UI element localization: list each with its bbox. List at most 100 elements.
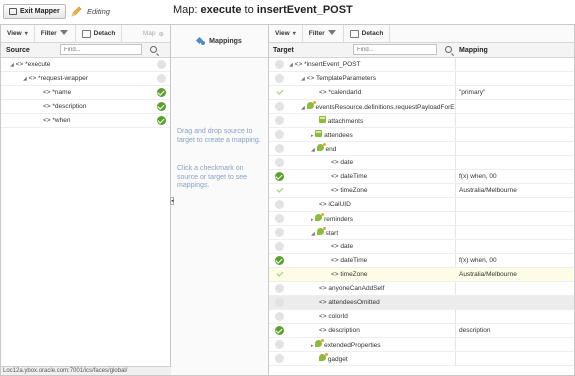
status-circle[interactable] — [275, 312, 284, 321]
target-view-menu[interactable]: View ▾ — [269, 24, 303, 43]
status-circle[interactable] — [275, 354, 284, 363]
target-row[interactable]: ◢ end — [269, 142, 574, 156]
array-icon — [315, 130, 323, 137]
map-button[interactable]: Map ⊕ — [137, 25, 170, 43]
page-title: Map: execute to insertEvent_POST — [173, 4, 353, 16]
status-circle[interactable] — [275, 130, 284, 139]
status-circle[interactable] — [275, 284, 284, 293]
element-icon: <> — [306, 75, 315, 82]
status-circle[interactable] — [275, 242, 284, 251]
element-icon: <> — [28, 75, 37, 82]
status-circle[interactable] — [275, 298, 284, 307]
source-row[interactable]: <> *name — [1, 86, 170, 100]
target-row[interactable]: attachments — [269, 114, 574, 128]
target-row[interactable]: <> colorId — [269, 310, 574, 324]
target-row[interactable]: ◢ <> *insertEvent_POST — [269, 58, 574, 72]
expand-icon[interactable]: ▸ — [311, 133, 314, 139]
target-find-input[interactable] — [353, 44, 437, 55]
status-circle[interactable] — [157, 60, 166, 69]
collapse-handle[interactable]: ◂ — [170, 197, 174, 205]
source-detach-button[interactable]: Detach — [76, 24, 123, 43]
collapse-icon[interactable]: ◢ — [10, 62, 14, 68]
target-row[interactable]: <> timeZone Australia/Melbourne — [269, 184, 574, 198]
mapped-check-icon[interactable] — [275, 326, 284, 335]
status-circle[interactable] — [275, 74, 284, 83]
status-circle[interactable] — [275, 144, 284, 153]
source-row[interactable]: ◢ <> *execute — [1, 58, 170, 72]
source-row[interactable]: <> *when — [1, 114, 170, 128]
expand-icon[interactable]: ▸ — [311, 343, 314, 349]
target-row[interactable]: <> date — [269, 156, 574, 170]
status-circle[interactable] — [157, 74, 166, 83]
title-source: execute — [200, 4, 242, 16]
status-circle[interactable] — [275, 228, 284, 237]
collapse-icon[interactable]: ◢ — [301, 105, 305, 111]
group-icon — [316, 227, 326, 235]
target-row[interactable]: <> description description — [269, 324, 574, 338]
element-icon: <> — [43, 89, 51, 96]
target-row[interactable]: <> dateTime f(x) when, 00 — [269, 170, 574, 184]
exit-mapper-button[interactable]: Exit Mapper — [3, 4, 66, 19]
status-circle[interactable] — [275, 340, 284, 349]
collapse-icon[interactable]: ◢ — [23, 76, 27, 82]
mapped-check-icon[interactable] — [275, 172, 284, 181]
group-icon — [315, 339, 325, 347]
element-icon: <> — [319, 313, 327, 320]
status-circle[interactable] — [275, 214, 284, 223]
target-row[interactable]: ▸ attendees — [269, 128, 574, 142]
target-row[interactable]: ◢ start — [269, 226, 574, 240]
target-row[interactable]: gadget — [269, 352, 574, 366]
collapse-icon[interactable]: ◢ — [311, 231, 315, 237]
search-icon[interactable] — [445, 46, 452, 53]
search-icon[interactable] — [150, 46, 157, 53]
source-header: Source — [1, 43, 170, 58]
target-filter-button[interactable]: Filter — [303, 24, 344, 43]
target-row[interactable]: ◢ eventsResource.definitions.requestPayl… — [269, 100, 574, 114]
target-header-label: Target — [273, 46, 294, 54]
source-row[interactable]: ◢ <> *request-wrapper — [1, 72, 170, 86]
mapped-check-icon[interactable] — [275, 88, 284, 97]
mapping-value[interactable]: Australia/Melbourne — [459, 187, 517, 194]
target-row-selected[interactable]: <> timeZone Australia/Melbourne — [269, 268, 574, 282]
map-plus-icon: ⊕ — [158, 30, 164, 38]
target-row[interactable]: ▸ reminders — [269, 212, 574, 226]
element-icon: <> — [331, 159, 339, 166]
expand-icon[interactable]: ▸ — [311, 217, 314, 223]
target-row[interactable]: <> *calendarId "primary" — [269, 86, 574, 100]
mapped-check-icon[interactable] — [157, 88, 166, 97]
mapped-check-icon[interactable] — [157, 116, 166, 125]
target-detach-button[interactable]: Detach — [344, 24, 391, 43]
status-circle[interactable] — [275, 200, 284, 209]
mapping-value[interactable]: f(x) when, 00 — [459, 173, 497, 180]
target-row[interactable]: <> dateTime f(x) when, 00 — [269, 254, 574, 268]
target-row[interactable]: <> anyoneCanAddSelf — [269, 282, 574, 296]
target-panel: View▾ Filter Detach Target Mapping ◢ <> … — [269, 24, 575, 376]
mapped-check-icon[interactable] — [275, 270, 284, 279]
target-row[interactable]: <> date — [269, 240, 574, 254]
collapse-icon[interactable]: ◢ — [289, 62, 293, 68]
element-icon: <> — [319, 327, 327, 334]
status-circle[interactable] — [275, 102, 284, 111]
target-row[interactable]: ▸ extendedProperties — [269, 338, 574, 352]
mapping-value[interactable]: description — [459, 327, 490, 334]
source-view-menu[interactable]: View ▾ — [1, 24, 35, 43]
mapping-value[interactable]: Australia/Melbourne — [459, 271, 517, 278]
mapping-value[interactable]: f(x) when, 00 — [459, 257, 497, 264]
mapping-value[interactable]: "primary" — [459, 89, 485, 96]
mapped-check-icon[interactable] — [157, 102, 166, 111]
collapse-icon[interactable]: ◢ — [311, 147, 315, 153]
mapped-check-icon[interactable] — [275, 256, 284, 265]
target-row[interactable]: <> iCalUID — [269, 198, 574, 212]
status-circle[interactable] — [275, 116, 284, 125]
mappings-hint-checkmark: Click a checkmark on source or target to… — [177, 165, 248, 189]
source-filter-button[interactable]: Filter — [35, 24, 76, 43]
collapse-icon[interactable]: ◢ — [301, 76, 305, 82]
status-circle[interactable] — [275, 60, 284, 69]
source-row[interactable]: <> *description — [1, 100, 170, 114]
target-row[interactable]: ◢ <> TemplateParameters — [269, 72, 574, 86]
mapped-check-icon[interactable] — [275, 186, 284, 195]
target-row-hover[interactable]: <> attendeesOmitted — [269, 296, 574, 310]
source-panel: View▾ Filter Detach Map⊕ Source ◢ <> *ex… — [0, 24, 172, 376]
source-find-input[interactable] — [60, 44, 142, 55]
status-circle[interactable] — [275, 158, 284, 167]
